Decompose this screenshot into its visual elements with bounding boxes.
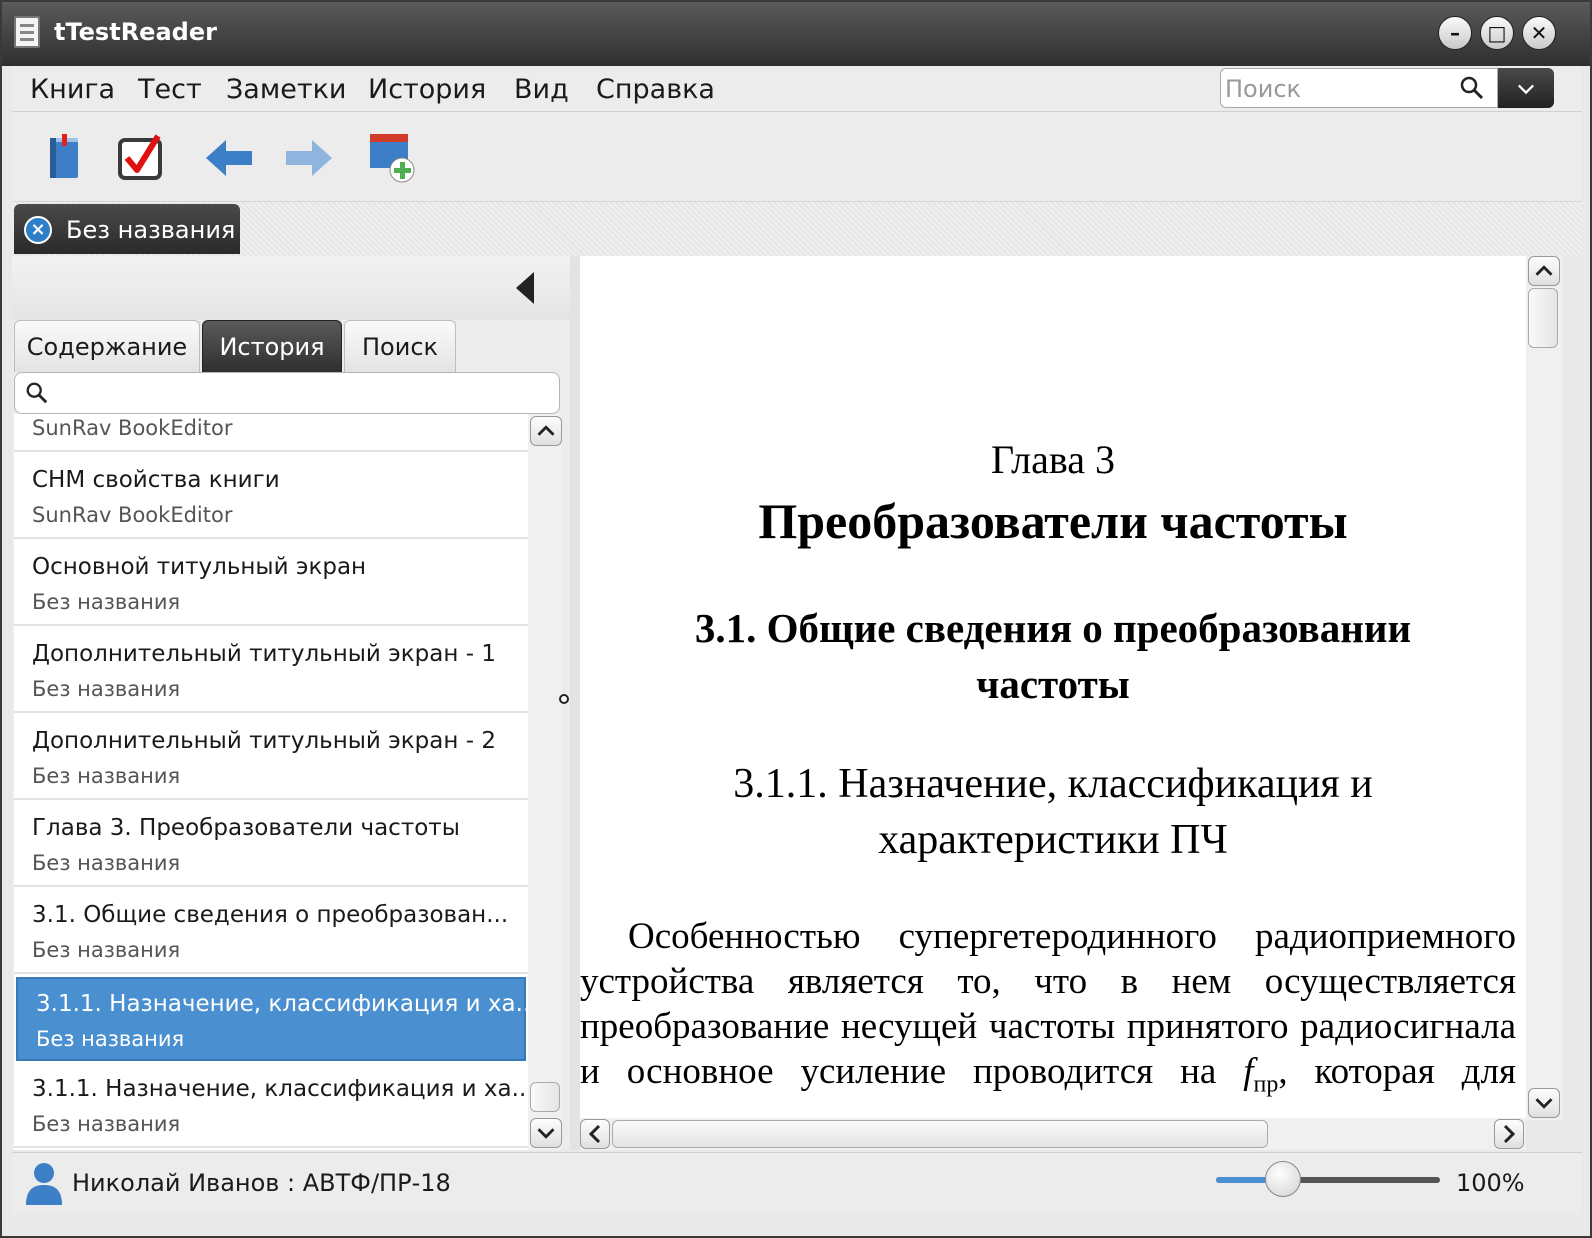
scroll-right-button[interactable] (1494, 1119, 1524, 1149)
menu-book[interactable]: Книга (30, 74, 115, 105)
list-item-subtitle: Без названия (32, 590, 181, 614)
scroll-up-button[interactable] (530, 416, 562, 446)
search-input[interactable] (1225, 75, 1445, 103)
history-filter-input[interactable] (14, 372, 560, 414)
scroll-up-button[interactable] (1528, 256, 1560, 286)
list-item-subtitle: Без названия (32, 1112, 181, 1136)
list-item-subtitle: Без названия (32, 677, 181, 701)
list-item-subtitle: Без названия (32, 764, 181, 788)
scroll-down-button[interactable] (1528, 1088, 1560, 1118)
app-logo-icon (14, 16, 40, 48)
list-item-subtitle: Без названия (36, 1027, 185, 1051)
user-avatar-icon (26, 1163, 62, 1205)
chevron-down-icon (1518, 84, 1534, 95)
forward-arrow-icon[interactable] (280, 130, 336, 186)
list-item-subtitle: Без названия (32, 851, 181, 875)
history-list: SunRav BookEditor CHM свойства книги Sun… (14, 414, 528, 1150)
list-item[interactable]: Дополнительный титульный экран - 1 Без н… (14, 629, 528, 713)
list-item-title: Основной титульный экран (32, 554, 367, 580)
tab-contents[interactable]: Содержание (14, 320, 200, 372)
title-bar: tTestReader – □ ✕ (2, 2, 1590, 66)
tab-history[interactable]: История (202, 320, 342, 372)
search-box (1220, 68, 1498, 108)
splitter-handle-icon[interactable] (559, 694, 569, 704)
scroll-thumb[interactable] (612, 1120, 1268, 1148)
list-item[interactable]: 3.1. Общие сведения о преобразован... Бе… (14, 890, 528, 974)
document-vertical-scrollbar[interactable] (1526, 256, 1562, 1120)
left-panel: Содержание История Поиск SunRav BookEdit… (12, 256, 570, 1150)
document-tab-bar: × Без названия (12, 202, 1582, 256)
window-title: tTestReader (54, 18, 217, 46)
document-horizontal-scrollbar[interactable] (580, 1118, 1526, 1150)
test-checklist-icon[interactable] (112, 130, 168, 186)
scroll-thumb[interactable] (530, 1082, 560, 1112)
zoom-slider[interactable] (1216, 1177, 1440, 1183)
menu-help[interactable]: Справка (596, 74, 715, 105)
list-item-title: 3.1.1. Назначение, классификация и ха... (36, 991, 528, 1017)
chapter-title: Преобразователи частоты (758, 493, 1348, 549)
list-item-title: Дополнительный титульный экран - 2 (32, 728, 496, 754)
menu-bar: Книга Тест Заметки История Вид Справка (12, 66, 1582, 112)
maximize-button[interactable]: □ (1480, 16, 1514, 50)
toolbar (12, 112, 1582, 202)
document-tab-label: Без названия (66, 216, 236, 244)
subsection-title: 3.1.1. Назначение, классификация и харак… (733, 761, 1373, 863)
list-item-selected[interactable]: 3.1.1. Назначение, классификация и ха...… (16, 977, 528, 1061)
list-item[interactable]: Основной титульный экран Без названия (14, 542, 528, 626)
menu-notes[interactable]: Заметки (226, 74, 346, 105)
panel-header (12, 256, 570, 320)
user-info: Николай Иванов : АВТФ/ПР-18 (72, 1169, 451, 1197)
app-window: tTestReader – □ ✕ Книга Тест Заметки Ист… (0, 0, 1592, 1238)
chevron-down-icon (537, 1128, 555, 1139)
back-arrow-icon[interactable] (202, 130, 258, 186)
zoom-level: 100% (1456, 1169, 1525, 1197)
list-item-title: Дополнительный титульный экран - 1 (32, 641, 496, 667)
list-item-subtitle: SunRav BookEditor (32, 503, 233, 527)
chevron-right-icon (1503, 1124, 1516, 1144)
list-item[interactable]: 3.1.1. Назначение, классификация и ха...… (14, 1064, 528, 1148)
book-icon[interactable] (36, 130, 92, 186)
history-scrollbar[interactable] (528, 414, 562, 1150)
list-item-title: CHM свойства книги (32, 467, 280, 493)
zoom-slider-knob[interactable] (1265, 1161, 1302, 1197)
tab-search[interactable]: Поиск (344, 320, 456, 372)
chevron-down-icon (1535, 1098, 1553, 1109)
list-item-title: 3.1.1. Назначение, классификация и ха... (32, 1076, 528, 1102)
body-paragraph: Особенностью супергетеродинного радиопри… (580, 914, 1516, 1120)
scroll-left-button[interactable] (580, 1119, 610, 1149)
close-tab-icon[interactable]: × (24, 216, 52, 244)
menu-history[interactable]: История (368, 74, 486, 105)
scroll-thumb[interactable] (1528, 288, 1558, 348)
list-item[interactable]: Дополнительный титульный экран - 2 Без н… (14, 716, 528, 800)
chevron-up-icon (537, 425, 555, 436)
list-item-subtitle: Без названия (32, 938, 181, 962)
close-window-button[interactable]: ✕ (1522, 16, 1556, 50)
document-view: Глава 3 Преобразователи частоты 3.1. Общ… (580, 256, 1526, 1120)
list-item-subtitle: SunRav BookEditor (32, 416, 233, 440)
search-icon (26, 382, 48, 404)
minimize-button[interactable]: – (1438, 16, 1472, 50)
panel-splitter[interactable] (570, 256, 580, 1150)
search-dropdown-button[interactable] (1498, 68, 1554, 108)
document-tab[interactable]: × Без названия (14, 204, 240, 254)
chevron-left-icon (588, 1124, 601, 1144)
scroll-down-button[interactable] (530, 1118, 562, 1148)
list-item[interactable]: SunRav BookEditor (14, 414, 528, 452)
menu-view[interactable]: Вид (514, 74, 569, 105)
frequency-subscript: пр (1253, 1071, 1279, 1098)
frequency-symbol: f (1243, 1051, 1254, 1092)
section-title: 3.1. Общие сведения о преобразовании час… (694, 605, 1412, 707)
add-note-icon[interactable] (364, 130, 420, 186)
menu-test[interactable]: Тест (138, 74, 202, 105)
list-item-title: Глава 3. Преобразователи частоты (32, 815, 460, 841)
list-item-title: 3.1. Общие сведения о преобразован... (32, 902, 509, 928)
status-bar: Николай Иванов : АВТФ/ПР-18 100% (12, 1152, 1582, 1214)
chevron-up-icon (1535, 265, 1553, 276)
collapse-panel-icon[interactable] (516, 272, 534, 304)
list-item[interactable]: CHM свойства книги SunRav BookEditor (14, 455, 528, 539)
chapter-number: Глава 3 (991, 437, 1115, 482)
search-icon[interactable] (1459, 75, 1485, 101)
list-item[interactable]: Глава 3. Преобразователи частоты Без наз… (14, 803, 528, 887)
